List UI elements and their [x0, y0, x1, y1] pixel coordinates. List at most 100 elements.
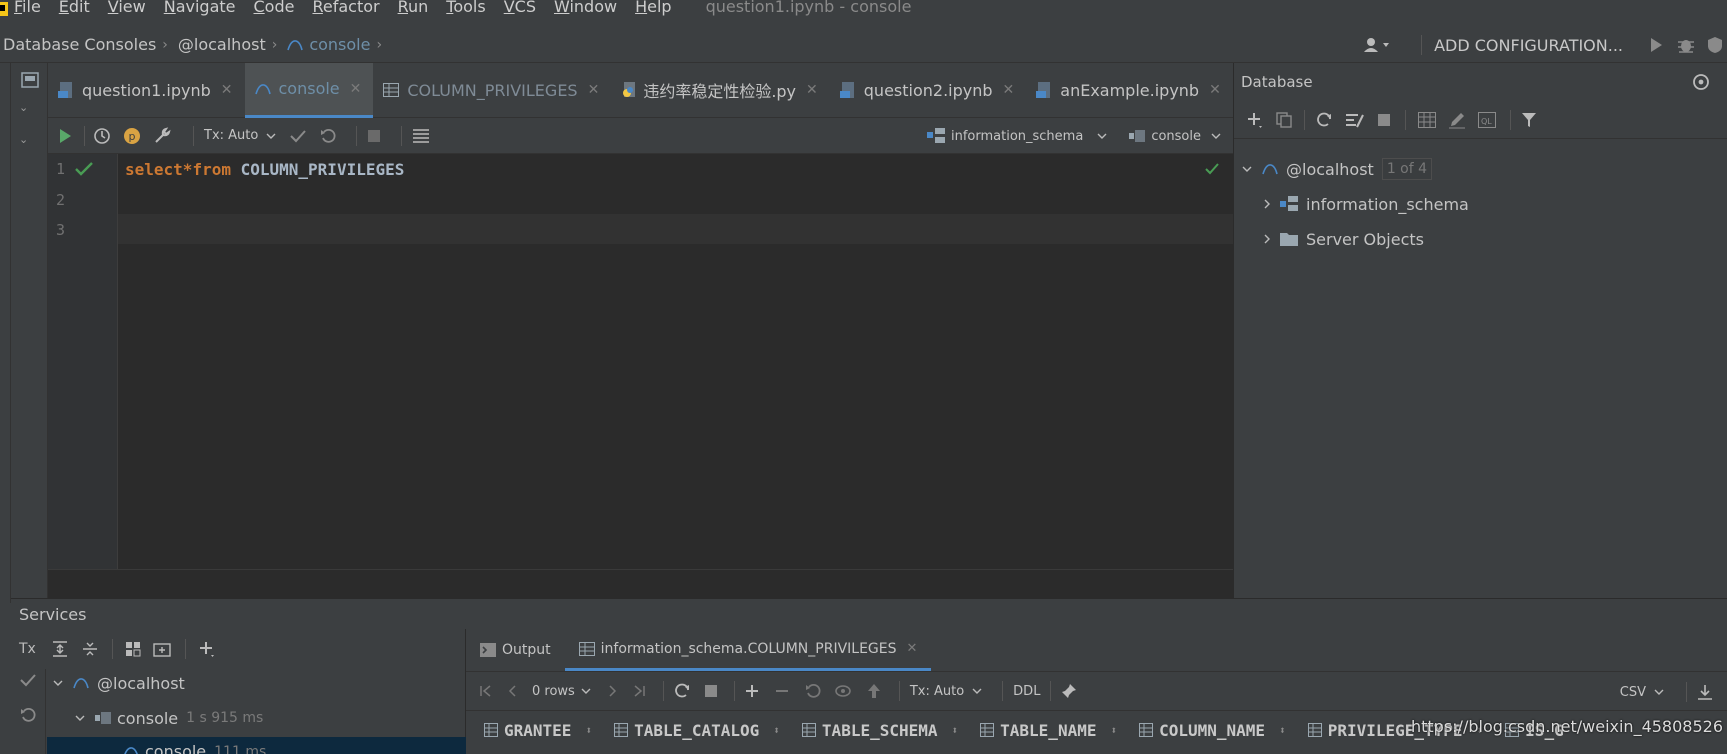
query-console-icon[interactable]: QL	[1478, 111, 1496, 128]
commit-icon[interactable]	[290, 129, 307, 143]
pin-icon[interactable]	[1061, 683, 1077, 699]
collapse-icon[interactable]	[21, 71, 39, 89]
new-tab-icon[interactable]	[153, 641, 171, 657]
group-icon[interactable]	[125, 641, 141, 657]
schema-selector[interactable]: information_schema	[951, 129, 1083, 144]
menu-file[interactable]: File	[14, 0, 41, 15]
menu-view[interactable]: View	[108, 0, 146, 15]
menu-vcs[interactable]: VCS	[504, 0, 536, 15]
column-header[interactable]: TABLE_SCHEMA ⬍	[801, 721, 959, 740]
close-icon[interactable]: ✕	[806, 82, 818, 98]
tx-mode-dropdown[interactable]: Tx: Auto	[204, 128, 258, 143]
chevron-down-icon[interactable]	[1097, 133, 1107, 139]
chevron-down-icon[interactable]	[581, 688, 591, 694]
rollback-icon[interactable]	[320, 128, 336, 144]
chevron-down-icon[interactable]	[1654, 689, 1664, 695]
sort-icon[interactable]: ⬍	[1110, 724, 1117, 737]
project-tool-button[interactable]	[0, 63, 8, 103]
tab-question1[interactable]: question1.ipynb ✕	[48, 63, 245, 118]
chevron-down-icon[interactable]	[266, 133, 276, 139]
stop-icon[interactable]	[1377, 113, 1391, 127]
run-icon[interactable]	[1649, 37, 1663, 53]
sort-icon[interactable]: ⬍	[1279, 724, 1286, 737]
session-selector[interactable]: console	[1151, 129, 1201, 144]
chevron-right-icon[interactable]	[1264, 234, 1270, 244]
tab-output[interactable]: Output	[466, 629, 565, 671]
next-page-icon[interactable]	[609, 685, 617, 697]
column-header[interactable]: COLUMN_NAME ⬍	[1139, 721, 1286, 740]
menu-tools[interactable]: Tools	[446, 0, 485, 15]
rollback-icon[interactable]	[20, 707, 36, 723]
coverage-icon[interactable]	[1707, 36, 1723, 54]
refresh-icon[interactable]	[1315, 111, 1333, 129]
execute-icon[interactable]	[58, 128, 72, 144]
service-node-sub-console[interactable]: console 111 ms	[47, 737, 466, 754]
collapse-all-icon[interactable]	[82, 641, 98, 657]
sort-icon[interactable]: ⬍	[773, 724, 780, 737]
breadcrumb-database-consoles[interactable]: Database Consoles	[3, 35, 156, 54]
delete-row-icon[interactable]	[775, 684, 789, 698]
table-icon[interactable]	[1418, 111, 1436, 128]
filter-icon[interactable]	[1521, 112, 1537, 128]
settings-icon[interactable]	[1692, 73, 1710, 91]
sql-editor[interactable]: 1 2 3 select*from COLUMN_PRIVILEGES	[48, 154, 1233, 569]
revert-icon[interactable]	[805, 683, 821, 699]
parameters-icon[interactable]: p	[123, 127, 141, 145]
code-line-1[interactable]: select*from COLUMN_PRIVILEGES	[125, 160, 404, 179]
menu-window[interactable]: Window	[554, 0, 617, 15]
add-icon[interactable]	[1246, 111, 1264, 129]
history-icon[interactable]	[93, 127, 111, 145]
menu-refactor[interactable]: Refactor	[312, 0, 379, 15]
menu-edit[interactable]: Edit	[59, 0, 90, 15]
duplicate-icon[interactable]	[1276, 111, 1292, 128]
column-header[interactable]: GRANTEE ⬍	[484, 721, 592, 740]
menu-code[interactable]: Code	[254, 0, 295, 15]
chevron-down-icon[interactable]	[1211, 133, 1221, 139]
tx-toggle[interactable]: Tx	[19, 641, 36, 657]
close-icon[interactable]: ✕	[1003, 82, 1015, 98]
add-row-icon[interactable]	[745, 684, 759, 698]
chevron-down-icon[interactable]	[972, 688, 982, 694]
chevron-down-icon[interactable]: ⌄	[19, 101, 28, 114]
schema-sync-icon[interactable]	[1345, 111, 1365, 129]
output-layout-icon[interactable]	[412, 128, 430, 144]
previous-page-icon[interactable]	[508, 685, 516, 697]
column-header[interactable]: TABLE_CATALOG ⬍	[614, 721, 780, 740]
close-icon[interactable]: ✕	[1209, 82, 1221, 98]
chevron-right-icon[interactable]	[1264, 199, 1270, 209]
download-icon[interactable]	[1697, 684, 1713, 700]
close-icon[interactable]: ✕	[588, 82, 600, 98]
sort-icon[interactable]: ⬍	[585, 724, 592, 737]
debug-icon[interactable]	[1677, 36, 1695, 54]
breadcrumb-console[interactable]: console	[309, 35, 370, 54]
chevron-down-icon[interactable]: ⌄	[19, 133, 28, 146]
chevron-down-icon[interactable]	[1242, 166, 1252, 172]
preview-changes-icon[interactable]	[835, 683, 853, 699]
tab-column-privileges[interactable]: COLUMN_PRIVILEGES ✕	[373, 63, 611, 118]
commit-icon[interactable]	[20, 673, 36, 687]
tab-question2[interactable]: question2.ipynb ✕	[830, 63, 1027, 118]
close-icon[interactable]: ✕	[221, 82, 233, 98]
schema-count-badge[interactable]: 1 of 4	[1381, 158, 1433, 180]
menu-help[interactable]: Help	[635, 0, 671, 15]
last-page-icon[interactable]	[633, 685, 645, 697]
ddl-button[interactable]: DDL	[1013, 684, 1040, 699]
column-header[interactable]: TABLE_NAME ⬍	[980, 721, 1117, 740]
refresh-icon[interactable]	[674, 683, 690, 699]
menu-run[interactable]: Run	[398, 0, 429, 15]
stop-icon[interactable]	[704, 684, 718, 698]
edit-icon[interactable]	[1448, 111, 1466, 129]
stop-icon[interactable]	[367, 129, 381, 143]
wrench-icon[interactable]	[153, 126, 171, 145]
service-node-console[interactable]: console 1 s 915 ms	[75, 702, 263, 734]
menu-navigate[interactable]: Navigate	[164, 0, 236, 15]
tab-python-file[interactable]: 违约率稳定性检验.py ✕	[611, 63, 829, 118]
row-count-dropdown[interactable]: 0 rows	[532, 684, 575, 699]
export-format-dropdown[interactable]: CSV	[1620, 685, 1646, 700]
sort-icon[interactable]: ⬍	[952, 724, 959, 737]
breadcrumb-localhost[interactable]: @localhost	[178, 35, 266, 54]
user-icon[interactable]	[1363, 37, 1393, 53]
tree-node-information-schema[interactable]: information_schema	[1264, 188, 1469, 220]
close-icon[interactable]: ✕	[350, 81, 362, 97]
tab-anexample[interactable]: anExample.ipynb ✕	[1026, 63, 1233, 118]
